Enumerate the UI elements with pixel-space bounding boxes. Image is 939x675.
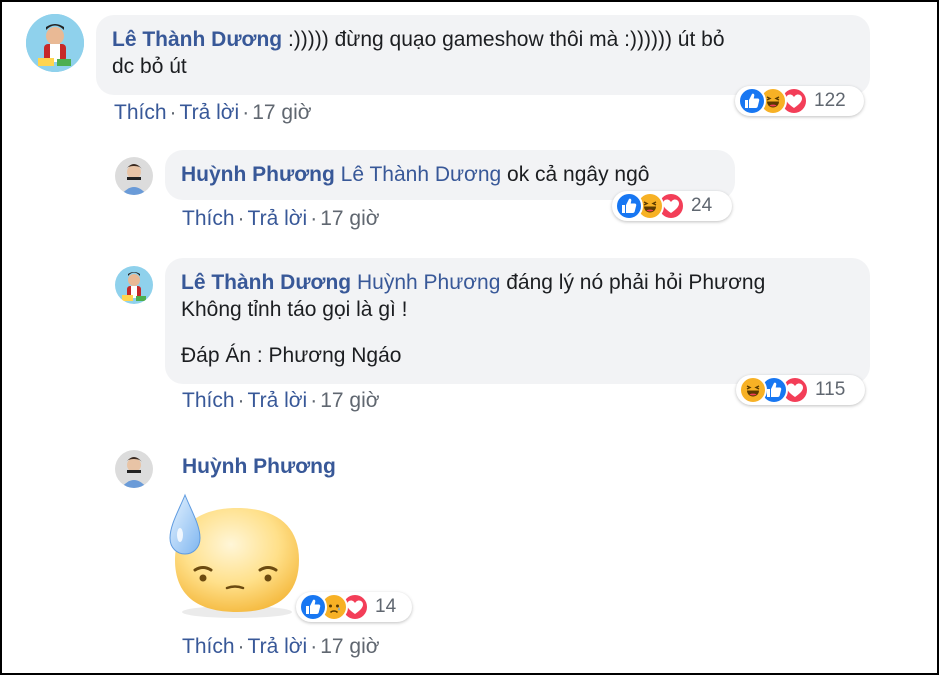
like-link[interactable]: Thích — [182, 389, 235, 412]
comment-text: đáng lý nó phải hỏi Phương — [506, 271, 766, 294]
haha-icon — [739, 376, 767, 404]
reaction-summary[interactable]: 14 — [296, 592, 412, 622]
avatar[interactable] — [115, 450, 153, 488]
comment-text: Không tỉnh táo gọi là gì ! — [181, 298, 408, 321]
reply-link[interactable]: Trả lời — [248, 389, 308, 412]
comment-actions: Thích · Trả lời · 17 giờ — [182, 207, 380, 230]
comment-bubble: Lê Thành Dương Huỳnh Phương đáng lý nó p… — [165, 258, 870, 384]
timestamp[interactable]: 17 giờ — [320, 389, 379, 412]
mention-link[interactable]: Lê Thành Dương — [341, 163, 502, 186]
comment-text: Đáp Án : Phương Ngáo — [181, 344, 402, 367]
reaction-count: 122 — [814, 90, 846, 111]
comment-text: dc bỏ út — [112, 55, 187, 78]
comment-author[interactable]: Huỳnh Phương — [181, 163, 335, 186]
comment-actions: Thích · Trả lời · 17 giờ — [182, 635, 380, 658]
comment-author[interactable]: Lê Thành Dương — [181, 271, 351, 294]
avatar[interactable] — [26, 14, 84, 72]
like-icon — [615, 192, 643, 220]
comment-text: ok cả ngây ngô — [507, 163, 650, 186]
reaction-summary[interactable]: 24 — [612, 191, 732, 221]
like-link[interactable]: Thích — [114, 101, 167, 124]
comment-actions: Thích · Trả lời · 17 giờ — [114, 101, 312, 124]
comment-actions: Thích · Trả lời · 17 giờ — [182, 389, 380, 412]
like-link[interactable]: Thích — [182, 635, 235, 658]
reply-link[interactable]: Trả lời — [248, 207, 308, 230]
timestamp[interactable]: 17 giờ — [252, 101, 311, 124]
comment-author[interactable]: Lê Thành Dương — [112, 28, 282, 51]
avatar[interactable] — [115, 266, 153, 304]
like-icon — [738, 87, 766, 115]
comment-author[interactable]: Huỳnh Phương — [182, 455, 336, 479]
reaction-count: 14 — [375, 596, 397, 617]
reply-link[interactable]: Trả lời — [248, 635, 308, 658]
reaction-count: 24 — [691, 195, 713, 216]
sweat-face-sticker — [165, 490, 305, 620]
reaction-summary[interactable]: 122 — [735, 86, 864, 116]
avatar[interactable] — [115, 157, 153, 195]
reaction-summary[interactable]: 115 — [736, 375, 865, 405]
comment-bubble: Lê Thành Dương :))))) đừng quạo gameshow… — [96, 15, 870, 95]
mention-link[interactable]: Huỳnh Phương — [357, 271, 500, 294]
reply-link[interactable]: Trả lời — [180, 101, 240, 124]
comment-text: :))))) đừng quạo gameshow thôi mà :)))))… — [287, 28, 725, 51]
timestamp[interactable]: 17 giờ — [320, 207, 379, 230]
reaction-count: 115 — [815, 379, 846, 400]
like-icon — [299, 593, 327, 621]
like-link[interactable]: Thích — [182, 207, 235, 230]
timestamp[interactable]: 17 giờ — [320, 635, 379, 658]
